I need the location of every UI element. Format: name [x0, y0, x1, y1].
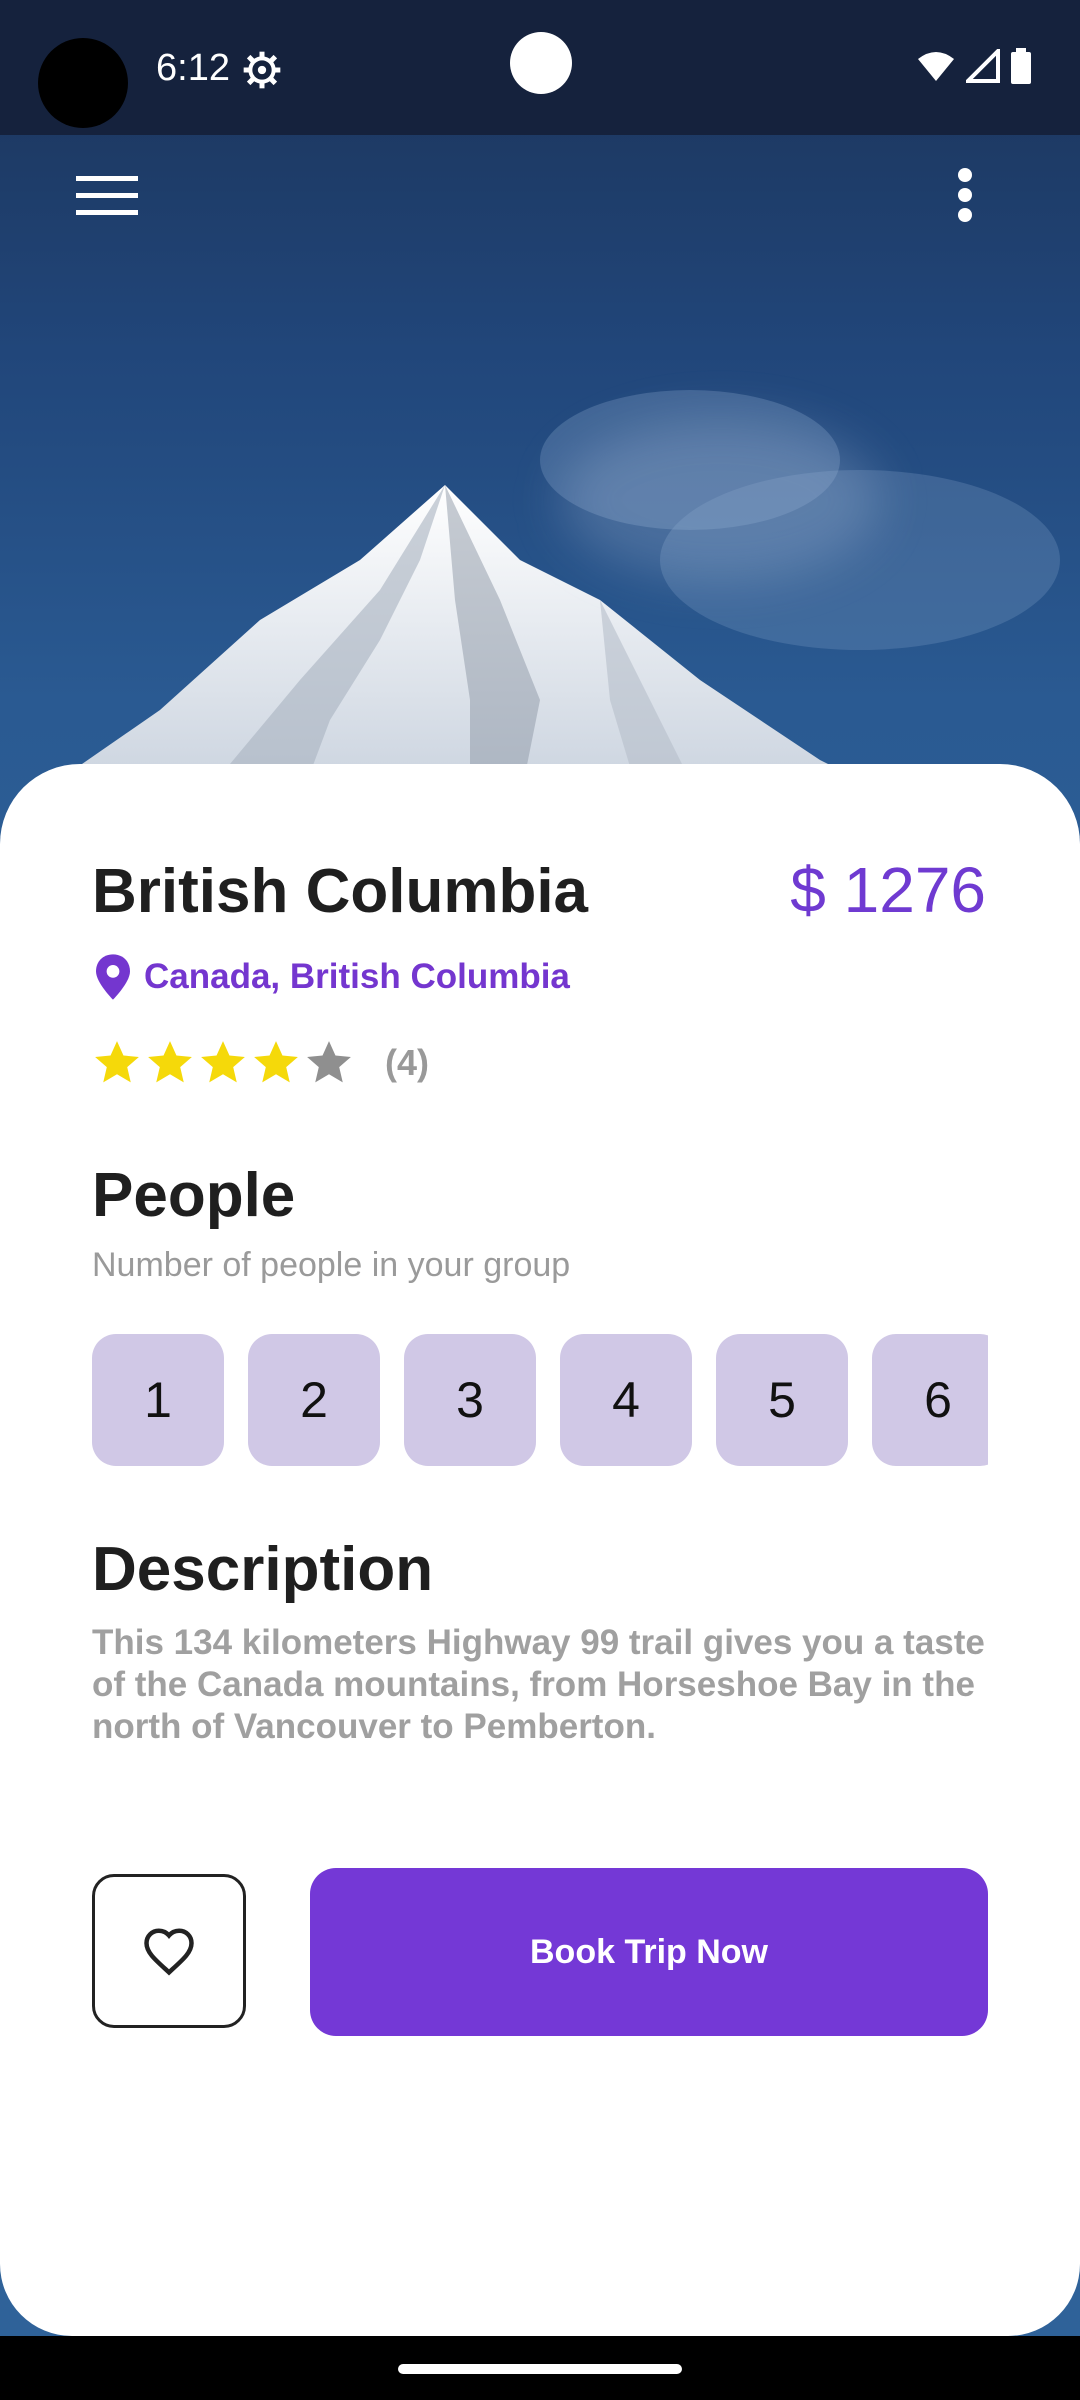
favorite-button[interactable] — [92, 1874, 246, 2028]
front-camera — [510, 32, 572, 94]
people-subtitle: Number of people in your group — [92, 1246, 571, 1284]
description-heading: Description — [92, 1535, 434, 1604]
settings-icon — [243, 51, 281, 89]
menu-button[interactable] — [76, 166, 156, 226]
screen: 6:12 British Columbia $ 1276 Canada, Bri… — [0, 0, 1080, 2400]
people-heading: People — [92, 1161, 296, 1230]
camera-cutout — [38, 38, 128, 128]
heart-icon — [144, 1928, 194, 1976]
star-icon — [254, 1041, 298, 1083]
people-option[interactable]: 6 — [872, 1334, 988, 1466]
rating-count: (4) — [385, 1042, 429, 1083]
people-option[interactable]: 4 — [560, 1334, 692, 1466]
star-rating — [92, 1038, 357, 1088]
star-icon — [95, 1041, 139, 1083]
rating-row: (4) — [92, 1038, 429, 1088]
status-bar: 6:12 — [0, 0, 1080, 135]
price-label: $ 1276 — [790, 854, 986, 926]
location-pin-icon — [96, 954, 130, 1000]
battery-icon — [1011, 48, 1031, 84]
destination-title: British Columbia — [92, 857, 589, 926]
people-option[interactable]: 3 — [404, 1334, 536, 1466]
description-text: This 134 kilometers Highway 99 trail giv… — [92, 1623, 985, 1746]
location-text: Canada, British Columbia — [144, 957, 570, 996]
star-icon — [148, 1041, 192, 1083]
more-options-button[interactable] — [940, 160, 990, 230]
status-time: 6:12 — [156, 47, 230, 89]
system-icons — [916, 48, 1032, 84]
star-icon — [307, 1041, 351, 1083]
location-row: Canada, British Columbia — [96, 954, 570, 1000]
mist — [560, 420, 880, 580]
star-icon — [201, 1041, 245, 1083]
people-option[interactable]: 5 — [716, 1334, 848, 1466]
people-option[interactable]: 1 — [92, 1334, 224, 1466]
wifi-icon — [918, 52, 954, 81]
more-vert-icon — [958, 168, 972, 222]
people-option[interactable]: 2 — [248, 1334, 380, 1466]
book-trip-button[interactable]: Book Trip Now — [310, 1868, 988, 2036]
signal-icon — [966, 49, 1000, 83]
menu-icon — [76, 176, 138, 215]
home-indicator[interactable] — [398, 2364, 682, 2374]
people-selector: 123456 — [92, 1334, 988, 1466]
